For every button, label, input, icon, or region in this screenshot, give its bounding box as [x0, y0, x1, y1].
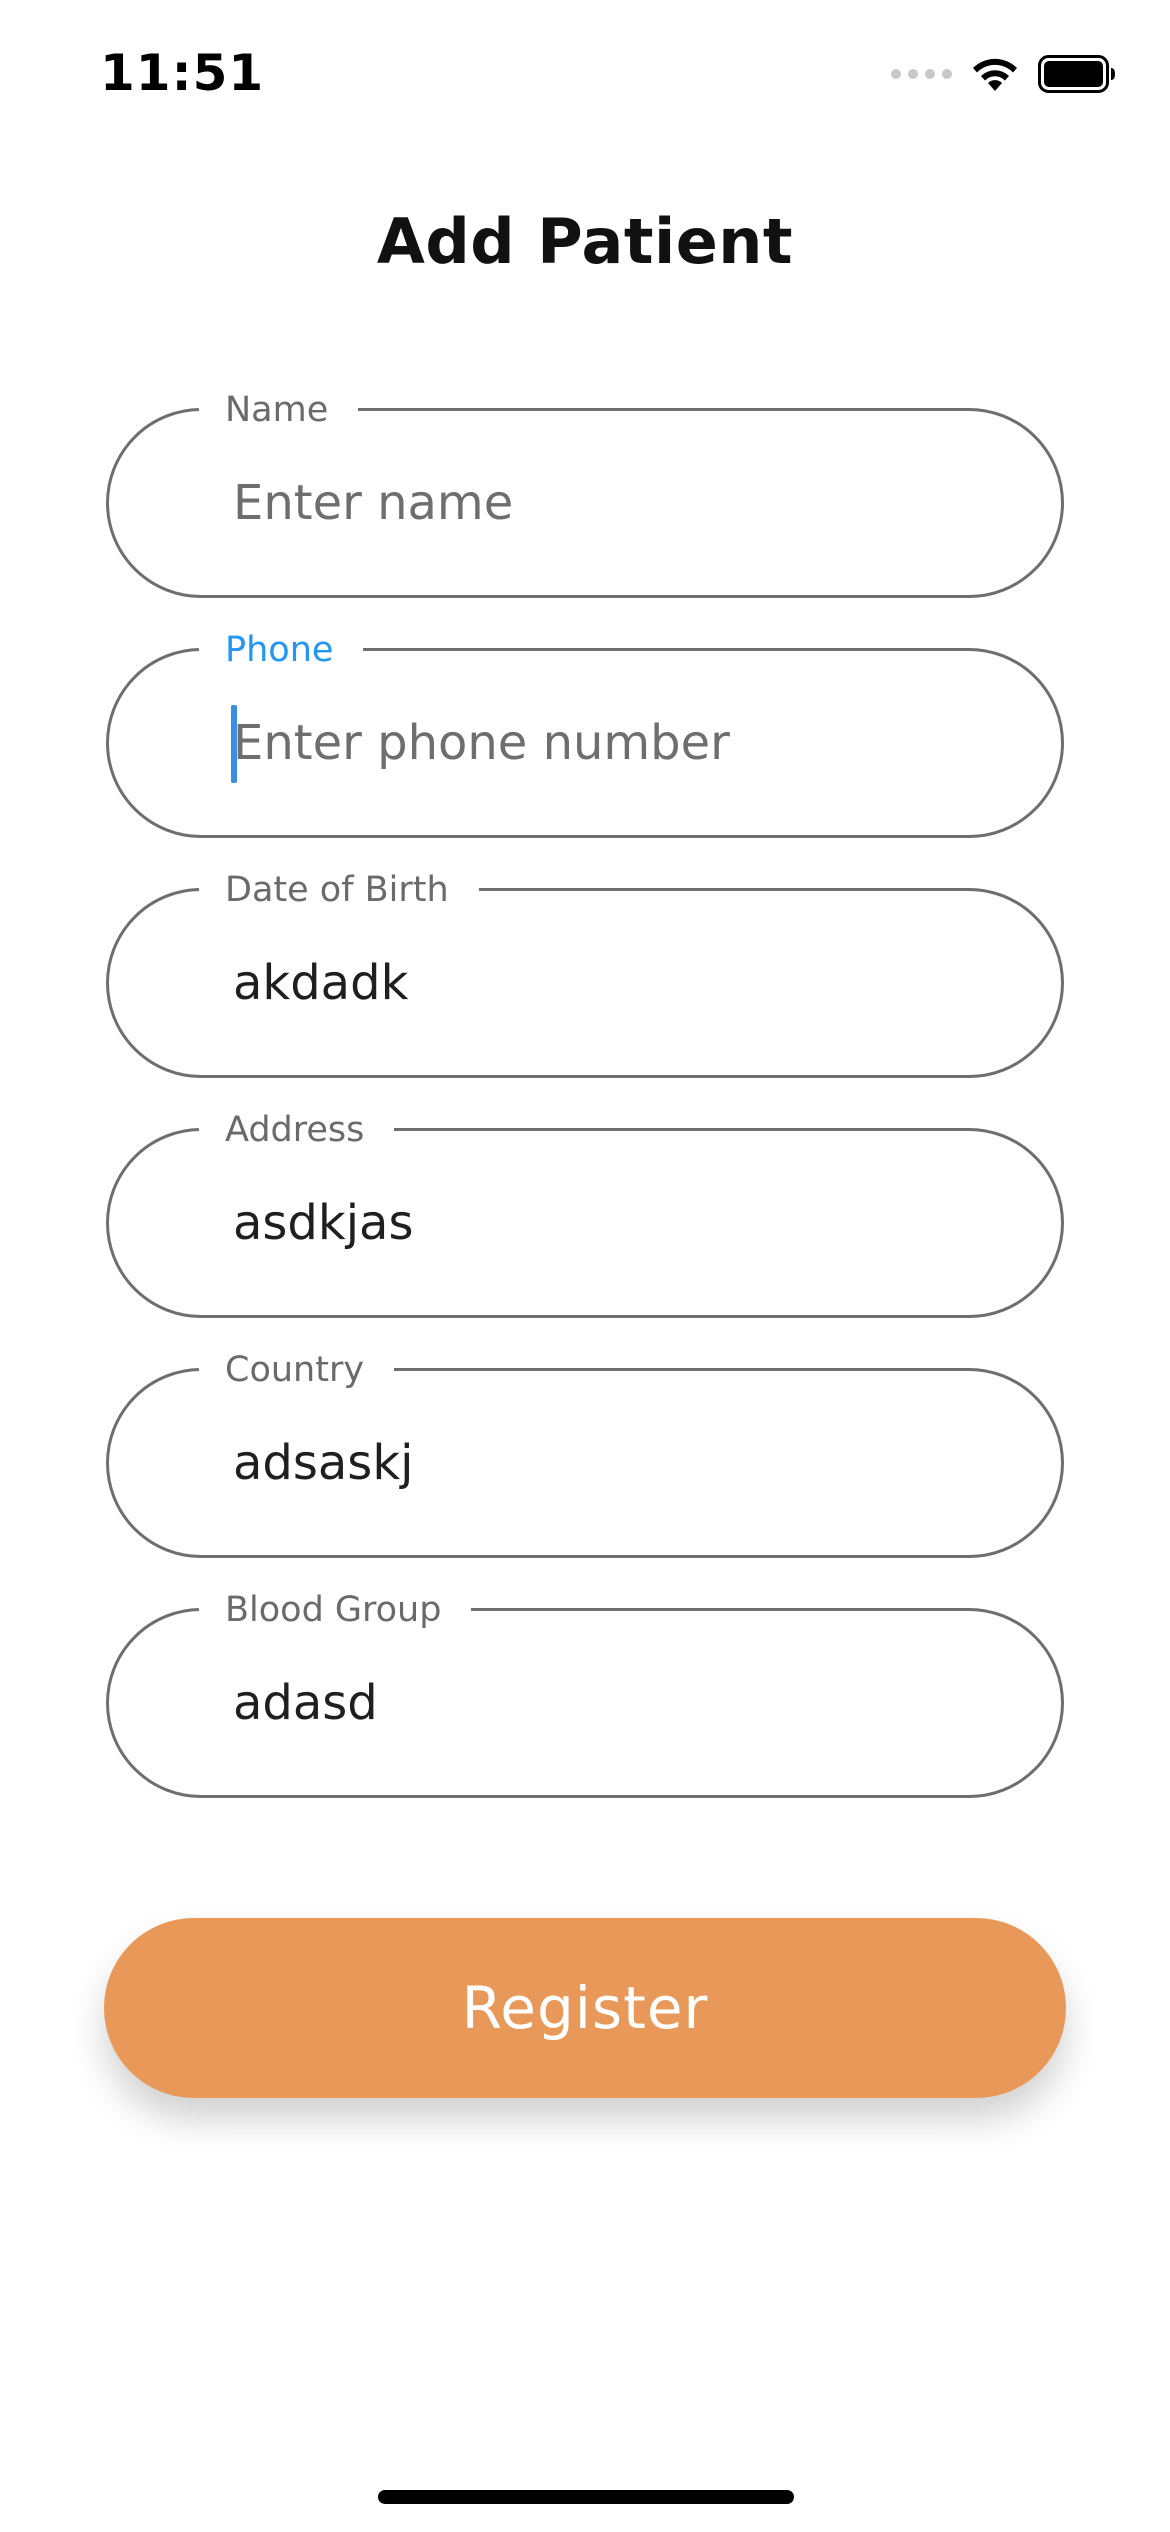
- country-field[interactable]: Country adsaskj: [106, 1335, 1064, 1558]
- status-bar: 11:51: [0, 0, 1170, 150]
- cellular-signal-icon: [891, 69, 952, 79]
- battery-icon: [1038, 55, 1115, 93]
- address-field-value: asdkjas: [233, 1195, 414, 1251]
- register-button[interactable]: Register: [104, 1918, 1066, 2098]
- date-of-birth-field-label: Date of Birth: [199, 855, 479, 925]
- date-of-birth-field[interactable]: Date of Birth akdadk: [106, 855, 1064, 1078]
- blood-group-field-label: Blood Group: [199, 1575, 472, 1645]
- phone-field-label: Phone: [199, 615, 364, 685]
- name-field-label: Name: [199, 375, 359, 445]
- address-field-label: Address: [199, 1095, 395, 1165]
- phone-field-placeholder: Enter phone number: [233, 715, 730, 771]
- blood-group-field[interactable]: Blood Group adasd: [106, 1575, 1064, 1798]
- name-field-placeholder: Enter name: [233, 475, 514, 531]
- date-of-birth-field-value: akdadk: [233, 955, 409, 1011]
- phone-field[interactable]: Phone Enter phone number: [106, 615, 1064, 838]
- register-button-label: Register: [461, 1974, 709, 2042]
- blood-group-field-value: adasd: [233, 1675, 378, 1731]
- address-field[interactable]: Address asdkjas: [106, 1095, 1064, 1318]
- status-icons: [891, 52, 1116, 96]
- page-title: Add Patient: [376, 205, 794, 278]
- country-field-label: Country: [199, 1335, 395, 1405]
- wifi-icon: [973, 58, 1017, 91]
- country-field-value: adsaskj: [233, 1435, 414, 1491]
- name-field[interactable]: Name Enter name: [106, 375, 1064, 598]
- home-indicator[interactable]: [378, 2490, 794, 2504]
- status-time: 11:51: [100, 44, 265, 102]
